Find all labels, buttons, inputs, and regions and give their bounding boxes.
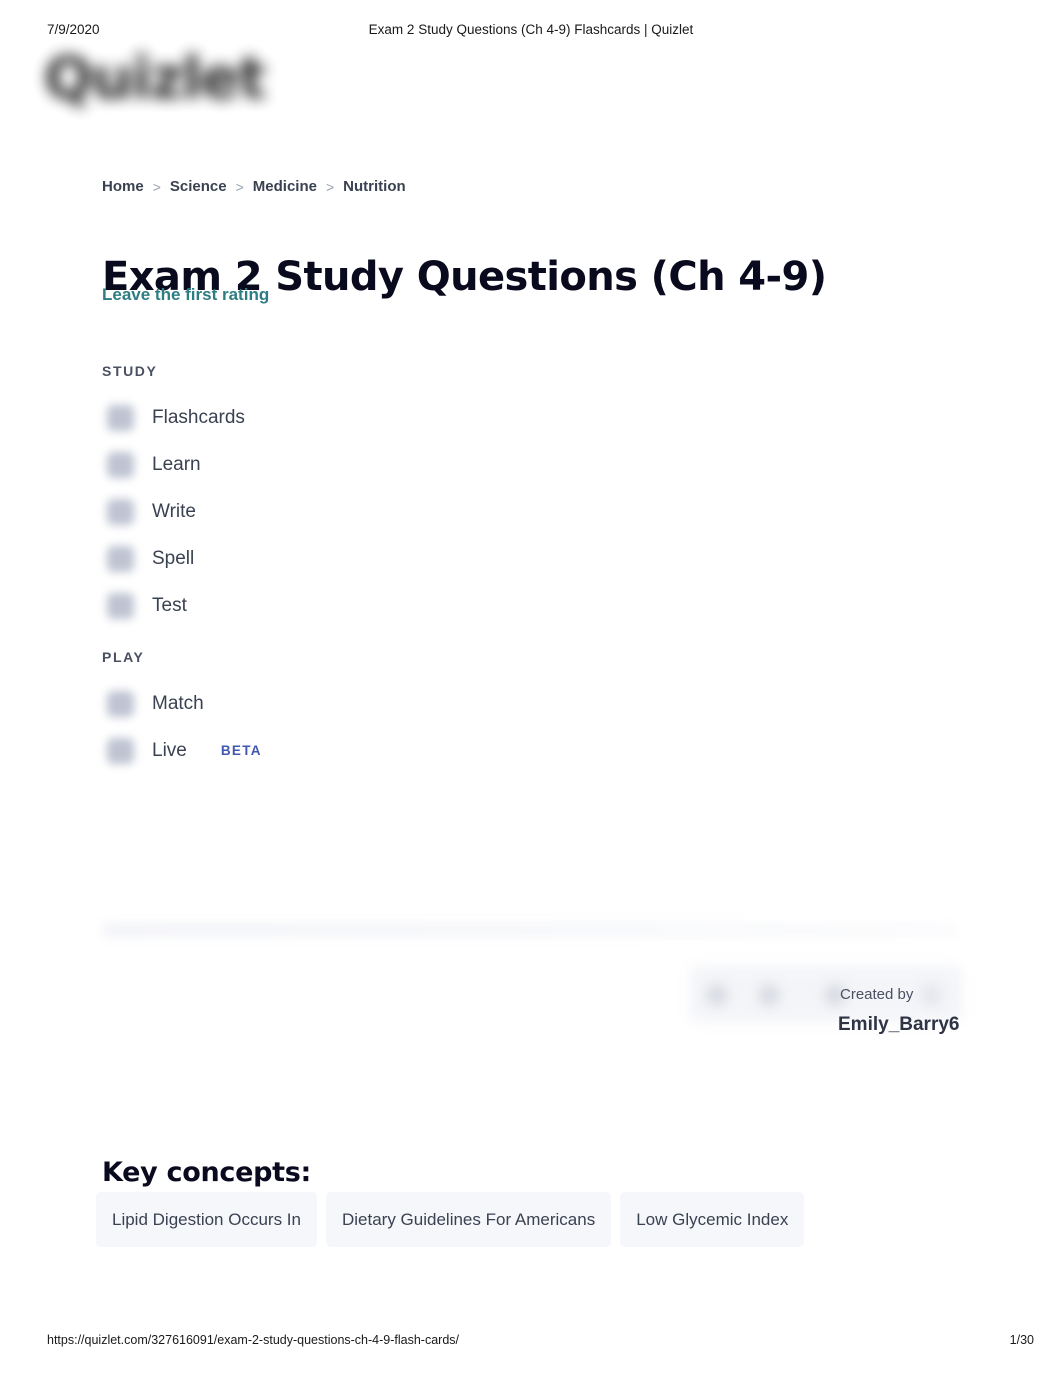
breadcrumb-item-home[interactable]: Home	[102, 178, 144, 195]
breadcrumb: Home > Science > Medicine > Nutrition	[102, 178, 406, 195]
live-icon	[107, 737, 134, 764]
study-section-label: STUDY	[102, 363, 158, 379]
quizlet-logo[interactable]: Quizlet	[44, 42, 314, 114]
quizlet-logo-text: Quizlet	[44, 44, 266, 112]
creator-avatar-icon	[706, 984, 728, 1006]
print-page-number: 1/30	[1009, 1333, 1034, 1347]
creator-username[interactable]: Emily_Barry6	[838, 1014, 959, 1036]
spell-icon	[107, 545, 134, 572]
print-document-title: Exam 2 Study Questions (Ch 4-9) Flashcar…	[368, 22, 694, 37]
creator-panel: Created by Emily_Barry6	[690, 964, 962, 1035]
play-mode-match[interactable]: Match	[102, 680, 522, 727]
test-icon	[107, 592, 134, 619]
study-mode-flashcards[interactable]: Flashcards	[102, 394, 522, 441]
study-mode-write[interactable]: Write	[102, 488, 522, 535]
key-concepts-list: Lipid Digestion Occurs In Dietary Guidel…	[96, 1192, 805, 1247]
study-mode-learn[interactable]: Learn	[102, 441, 522, 488]
study-mode-list: Flashcards Learn Write Spell Test	[102, 394, 522, 629]
breadcrumb-item-science[interactable]: Science	[170, 178, 227, 195]
key-concept-chip[interactable]: Lipid Digestion Occurs In	[96, 1192, 317, 1247]
play-section-label: PLAY	[102, 649, 145, 665]
flashcards-icon	[107, 404, 134, 431]
learn-icon	[107, 451, 134, 478]
study-mode-label: Test	[152, 594, 187, 616]
study-mode-spell[interactable]: Spell	[102, 535, 522, 582]
breadcrumb-item-nutrition[interactable]: Nutrition	[343, 178, 405, 195]
play-mode-label: Match	[152, 692, 204, 714]
breadcrumb-separator-icon: >	[235, 178, 244, 195]
study-mode-label: Learn	[152, 453, 201, 475]
breadcrumb-separator-icon: >	[325, 178, 335, 195]
play-mode-live[interactable]: Live BETA	[102, 727, 522, 774]
section-divider	[102, 922, 957, 938]
key-concept-chip[interactable]: Low Glycemic Index	[620, 1192, 805, 1247]
breadcrumb-item-medicine[interactable]: Medicine	[253, 178, 317, 195]
key-concept-chip[interactable]: Dietary Guidelines For Americans	[325, 1192, 612, 1247]
match-icon	[107, 690, 134, 717]
study-mode-label: Write	[152, 500, 196, 522]
key-concepts-title: Key concepts:	[102, 1157, 312, 1189]
print-header: 7/9/2020 Exam 2 Study Questions (Ch 4-9)…	[0, 22, 1062, 42]
study-mode-label: Flashcards	[152, 406, 245, 428]
print-url: https://quizlet.com/327616091/exam-2-stu…	[47, 1333, 460, 1347]
creator-extra-icon	[920, 984, 942, 1006]
study-mode-test[interactable]: Test	[102, 582, 522, 629]
creator-badge-icon	[758, 984, 780, 1006]
play-mode-label: Live	[152, 739, 187, 761]
leave-rating-link[interactable]: Leave the first rating	[102, 285, 269, 305]
beta-badge: BETA	[220, 743, 262, 758]
study-mode-label: Spell	[152, 547, 195, 569]
write-icon	[107, 498, 134, 525]
print-footer: https://quizlet.com/327616091/exam-2-stu…	[0, 1333, 1062, 1353]
breadcrumb-separator-icon: >	[152, 178, 161, 195]
created-by-label: Created by	[840, 986, 914, 1003]
play-mode-list: Match Live BETA	[102, 680, 522, 774]
